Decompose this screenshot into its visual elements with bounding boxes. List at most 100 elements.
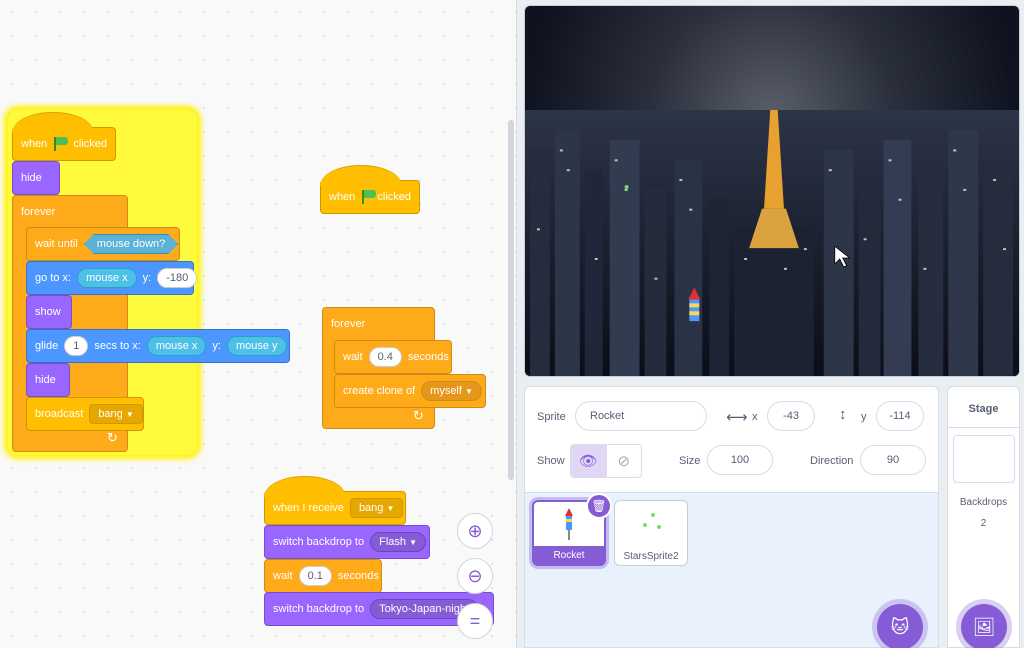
dropdown-value: myself [430, 385, 462, 397]
block-text: show [35, 306, 61, 318]
zoom-in-button[interactable]: ⊕ [457, 513, 493, 549]
show-block[interactable]: show [26, 295, 72, 329]
direction-input[interactable]: 90 [860, 445, 926, 475]
code-area[interactable]: when clicked hide forever ↻ wait until m… [0, 0, 517, 648]
mouse-down-reporter[interactable]: mouse down? [84, 234, 179, 254]
sprite-name-label: StarsSprite2 [623, 550, 679, 562]
hide-block[interactable]: hide [12, 161, 60, 195]
block-text: glide [35, 340, 59, 352]
loop-arrow-icon: ↻ [413, 408, 424, 423]
size-label: Size [679, 455, 701, 467]
glide-block[interactable]: glide 1 secs to x: mouse x y: mouse y [26, 329, 290, 363]
x-label: x [752, 411, 758, 423]
show-eye-button[interactable]: 👁 [571, 445, 607, 477]
stage-title: Stage [968, 403, 999, 415]
field-value: -43 [783, 410, 799, 422]
y-input[interactable]: -180 [157, 268, 198, 288]
zoom-out-icon: ⊖ [467, 565, 483, 586]
block-text: when [21, 138, 48, 150]
block-text: forever [21, 206, 56, 218]
y-label: y [861, 411, 867, 423]
block-text: wait [343, 351, 363, 363]
caret-down-icon: ▼ [386, 504, 395, 513]
block-text: switch backdrop to [273, 603, 365, 615]
show-label: Show [537, 455, 565, 467]
block-text: switch backdrop to [273, 536, 365, 548]
hide-eye-button[interactable]: ⊘ [607, 445, 642, 477]
create-clone-block[interactable]: create clone of myself ▼ [334, 374, 486, 408]
mouse-x-reporter[interactable]: mouse x [77, 268, 137, 288]
zoom-reset-button[interactable]: = [457, 603, 493, 639]
zoom-in-icon: ⊕ [467, 520, 483, 541]
go-to-xy-block[interactable]: go to x: mouse x y: -180 [26, 261, 198, 295]
block-text: broadcast [35, 408, 84, 420]
block-text: y: [142, 272, 152, 284]
mouse-x-reporter[interactable]: mouse x [146, 336, 207, 356]
wait-until-block[interactable]: wait until mouse down? [26, 227, 180, 261]
image-add-icon: 🖼 [972, 616, 996, 637]
block-text: y: [212, 340, 221, 352]
city-night-backdrop [525, 109, 1019, 376]
wait-block-2[interactable]: wait 0.1 seconds [264, 559, 382, 593]
delete-sprite-button[interactable]: 🗑 [586, 493, 612, 519]
backdrops-label: Backdrops [959, 497, 1008, 508]
stars-thumbnail-icon [643, 513, 661, 529]
field-value: -114 [889, 410, 911, 422]
wait-input[interactable]: 0.4 [368, 347, 402, 367]
field-value: 100 [730, 454, 750, 466]
block-text: wait until [35, 238, 78, 250]
dropdown-value: bang [98, 408, 123, 420]
when-flag-clicked-block[interactable]: when clicked [12, 112, 116, 161]
stage-canvas[interactable] [524, 5, 1020, 377]
stage-divider [948, 427, 1019, 428]
choose-backdrop-button[interactable]: 🖼 [961, 604, 1007, 648]
sprite-label: Sprite [537, 411, 566, 423]
broadcast-dropdown[interactable]: bang ▼ [89, 404, 143, 424]
dropdown-value: Flash [379, 536, 407, 548]
trash-icon: 🗑 [591, 499, 607, 513]
wait-input[interactable]: 0.1 [298, 566, 332, 586]
vertical-scrollbar[interactable] [508, 120, 514, 480]
when-flag-clicked-block-2[interactable]: when clicked [320, 165, 420, 214]
stage-thumbnail[interactable] [953, 435, 1015, 483]
sprite-name-label: Rocket [534, 546, 604, 564]
field-value: Rocket [590, 410, 625, 422]
mouse-y-reporter[interactable]: mouse y [226, 336, 287, 356]
block-text: create clone of [343, 385, 416, 397]
block-text: seconds [407, 351, 449, 363]
broadcast-block[interactable]: broadcast bang ▼ [26, 397, 144, 431]
green-flag-icon [361, 190, 377, 204]
switch-backdrop-block[interactable]: switch backdrop to Flash ▼ [264, 525, 430, 559]
field-value: 90 [886, 454, 900, 466]
block-text: hide [35, 374, 56, 386]
x-arrows-icon: ⟷ [726, 409, 748, 426]
block-text: secs to x: [94, 340, 141, 352]
visibility-toggle: 👁 ⊘ [570, 444, 642, 478]
caret-down-icon: ▼ [409, 538, 417, 547]
when-i-receive-block[interactable]: when I receive bang ▼ [264, 476, 406, 525]
wait-block[interactable]: wait 0.4 seconds [334, 340, 452, 374]
loop-arrow-icon: ↻ [107, 430, 118, 445]
block-text: hide [21, 172, 42, 184]
block-text: seconds [337, 570, 379, 582]
caret-down-icon: ▼ [125, 410, 134, 419]
hide-block-2[interactable]: hide [26, 363, 70, 397]
backdrop-dropdown[interactable]: Flash ▼ [370, 532, 426, 552]
clone-dropdown[interactable]: myself ▼ [421, 381, 482, 401]
block-text: clicked [73, 138, 107, 150]
receive-dropdown[interactable]: bang ▼ [349, 498, 404, 518]
choose-sprite-button[interactable]: 🐱 [877, 604, 923, 648]
sprite-tile-stars[interactable]: StarsSprite2 [614, 500, 688, 566]
secs-input[interactable]: 1 [64, 336, 89, 356]
sprite-name-input[interactable]: Rocket [575, 401, 707, 431]
zoom-out-button[interactable]: ⊖ [457, 558, 493, 594]
green-flag-icon [53, 137, 69, 151]
block-text: when I receive [273, 502, 344, 514]
direction-label: Direction [810, 455, 854, 467]
y-arrows-icon: ↕ [839, 406, 847, 423]
zoom-reset-icon: = [469, 610, 481, 631]
size-input[interactable]: 100 [707, 445, 773, 475]
y-input[interactable]: -114 [876, 401, 924, 431]
x-input[interactable]: -43 [767, 401, 815, 431]
block-text: when [329, 191, 356, 203]
